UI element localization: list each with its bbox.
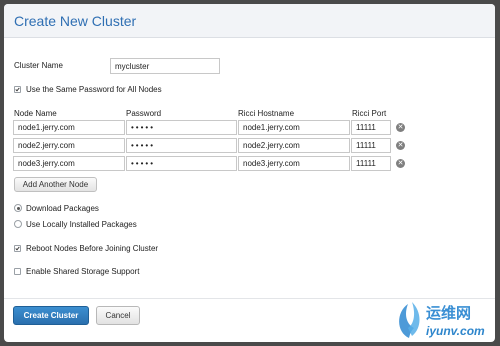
header-ricci-port: Ricci Port [352,109,387,118]
checkmark-icon [15,246,20,251]
download-packages-label: Download Packages [26,204,99,213]
create-cluster-dialog: Create New Cluster Cluster Name Use the … [4,4,495,342]
add-another-node-button[interactable]: Add Another Node [14,177,97,192]
watermark-cn-text: 运维网 [426,304,472,322]
create-cluster-button[interactable]: Create Cluster [13,306,89,325]
shared-storage-checkbox[interactable] [14,268,21,275]
local-packages-label: Use Locally Installed Packages [26,220,137,229]
node-name-input[interactable] [13,138,125,153]
ricci-port-input[interactable] [351,138,391,153]
checkmark-icon [15,87,20,92]
cluster-name-input[interactable] [110,58,220,74]
password-input[interactable] [126,120,237,135]
cluster-name-label: Cluster Name [14,61,63,70]
ricci-hostname-input[interactable] [238,120,350,135]
watermark-logo: 运维网 iyunv.com [392,298,498,344]
remove-circle-icon[interactable]: ✕ [396,141,405,150]
same-password-checkbox[interactable] [14,86,21,93]
reboot-nodes-label: Reboot Nodes Before Joining Cluster [26,244,159,253]
shared-storage-label: Enable Shared Storage Support [26,267,140,276]
password-input[interactable] [126,138,237,153]
remove-circle-icon[interactable]: ✕ [396,123,405,132]
ricci-hostname-input[interactable] [238,156,350,171]
node-name-input[interactable] [13,120,125,135]
reboot-nodes-checkbox[interactable] [14,245,21,252]
dialog-title: Create New Cluster [14,12,137,29]
header-node-name: Node Name [14,109,57,118]
remove-circle-icon[interactable]: ✕ [396,159,405,168]
dialog-header: Create New Cluster [4,4,495,38]
cancel-button[interactable]: Cancel [96,306,140,325]
node-name-input[interactable] [13,156,125,171]
download-packages-radio[interactable] [14,204,22,212]
local-packages-radio[interactable] [14,220,22,228]
watermark-url: iyunv.com [426,324,485,338]
ricci-hostname-input[interactable] [238,138,350,153]
ricci-port-input[interactable] [351,120,391,135]
watermark-swirl-icon [399,302,420,338]
header-password: Password [126,109,162,118]
same-password-label: Use the Same Password for All Nodes [26,85,162,94]
ricci-port-input[interactable] [351,156,391,171]
password-input[interactable] [126,156,237,171]
header-ricci-hostname: Ricci Hostname [238,109,295,118]
